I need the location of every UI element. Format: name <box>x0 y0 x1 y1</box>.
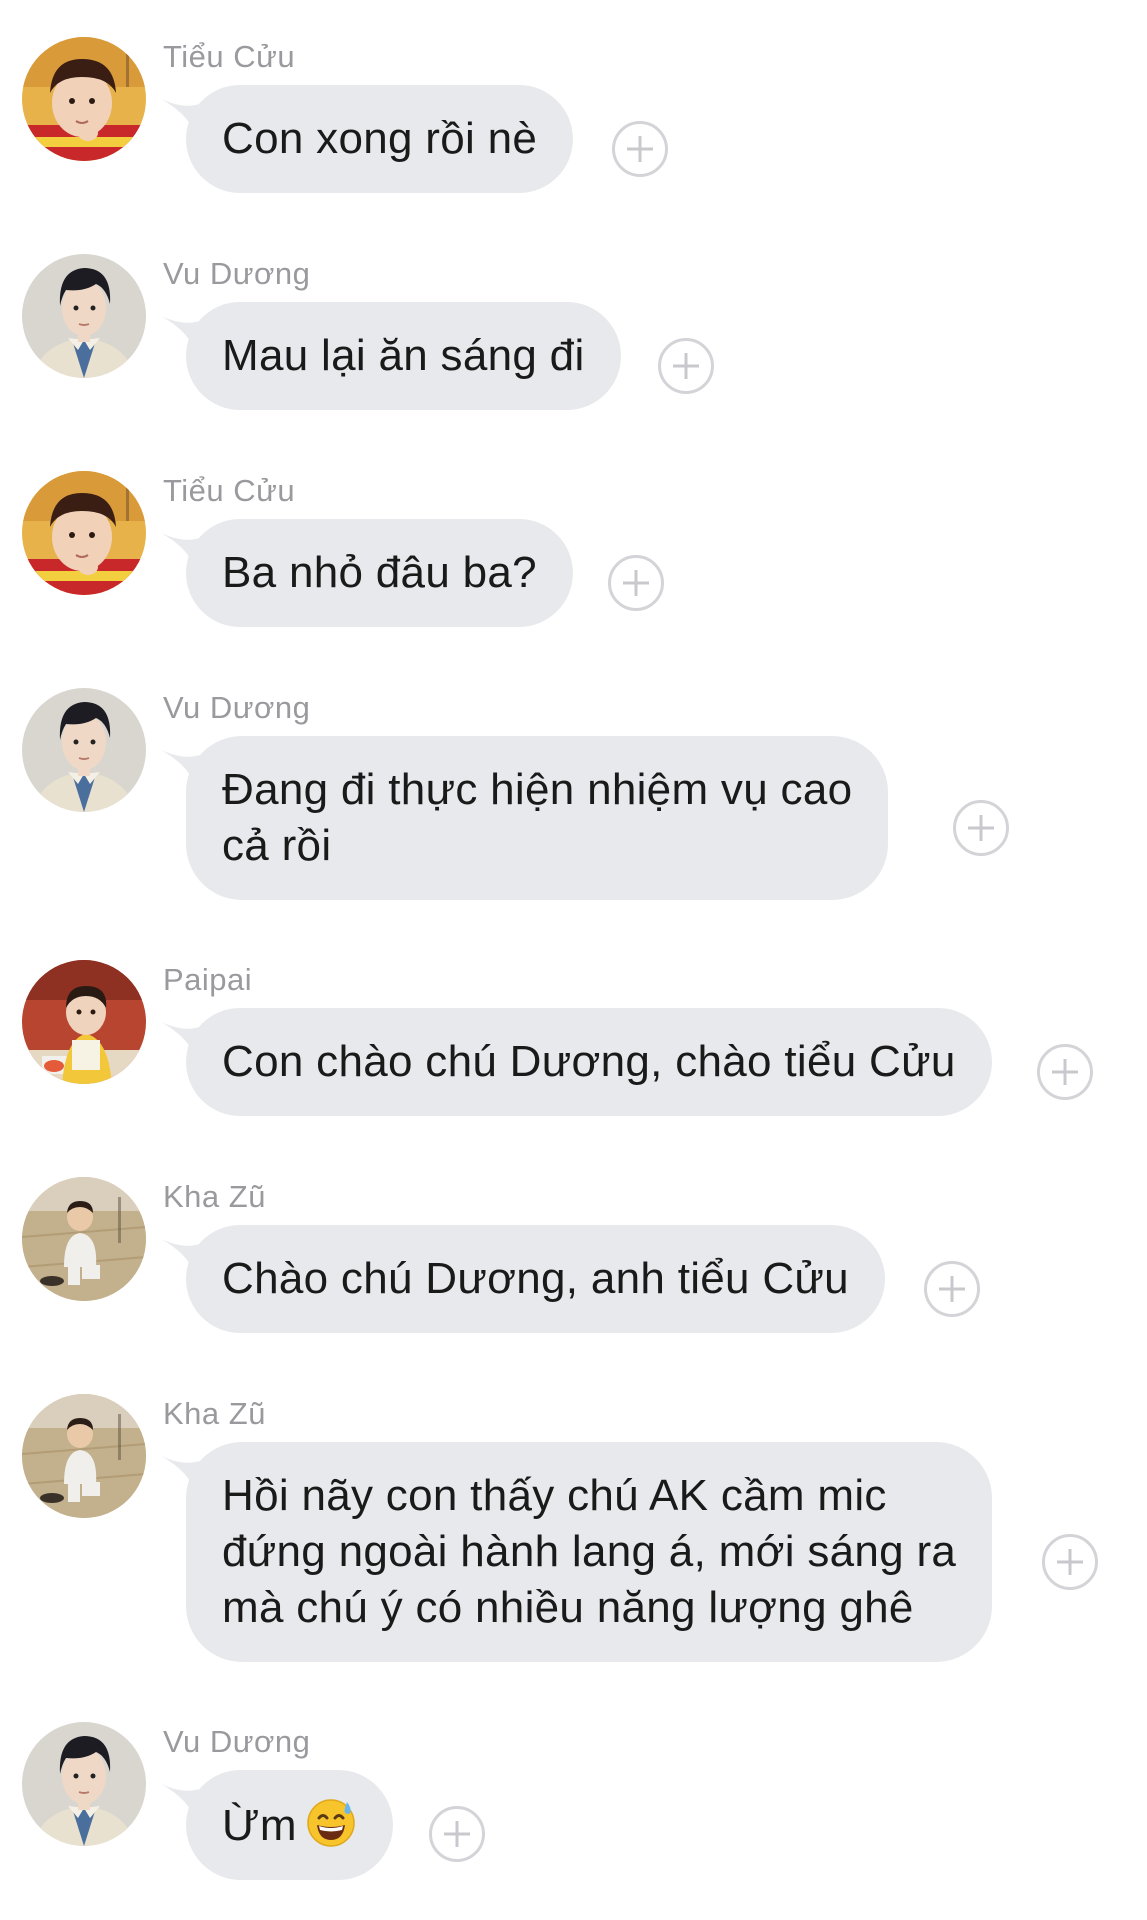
add-reaction-icon[interactable] <box>1037 1044 1093 1100</box>
message-bubble-wrap: Đang đi thực hiện nhiệm vụ cao cả rồi <box>163 736 889 900</box>
add-reaction-icon[interactable] <box>1042 1534 1098 1590</box>
child-avatar-icon <box>22 471 146 595</box>
avatar[interactable] <box>22 1177 146 1301</box>
sender-name: Tiểu Cửu <box>163 473 296 508</box>
message-bubble[interactable]: Ừm <box>186 1770 393 1880</box>
sender-name: Paipai <box>163 962 253 997</box>
sender-name: Vu Dương <box>163 690 311 725</box>
sender-name: Kha Zũ <box>163 1396 266 1431</box>
avatar[interactable] <box>22 688 146 812</box>
sender-name: Tiểu Cửu <box>163 39 296 74</box>
avatar[interactable] <box>22 471 146 595</box>
message-bubble-wrap: Hồi nãy con thấy chú AK cầm mic đứng ngo… <box>163 1442 993 1662</box>
sender-name: Kha Zũ <box>163 1179 266 1214</box>
message-bubble[interactable]: Mau lại ăn sáng đi <box>186 302 621 410</box>
add-reaction-icon[interactable] <box>924 1261 980 1317</box>
message-bubble-wrap: Mau lại ăn sáng đi <box>163 302 621 410</box>
add-reaction-icon[interactable] <box>429 1806 485 1862</box>
message-bubble[interactable]: Ba nhỏ đâu ba? <box>186 519 573 627</box>
man-avatar-icon <box>22 688 146 812</box>
message-bubble[interactable]: Hồi nãy con thấy chú AK cầm mic đứng ngo… <box>186 1442 993 1662</box>
add-reaction-icon[interactable] <box>608 555 664 611</box>
message-bubble[interactable]: Con xong rồi nè <box>186 85 574 193</box>
toddler-avatar-icon <box>22 1394 146 1518</box>
chat-thread: Tiểu Cửu Con xong rồi nè Vu Dương Mau lạ… <box>0 0 1147 1920</box>
avatar[interactable] <box>22 960 146 1084</box>
grinning-sweat-emoji-icon <box>305 1796 357 1848</box>
avatar[interactable] <box>22 37 146 161</box>
child-avatar-icon <box>22 37 146 161</box>
message-bubble[interactable]: Con chào chú Dương, chào tiểu Cửu <box>186 1008 992 1116</box>
message-bubble[interactable]: Chào chú Dương, anh tiểu Cửu <box>186 1225 885 1333</box>
message-text: Ừm <box>222 1801 297 1850</box>
sender-name: Vu Dương <box>163 1724 311 1759</box>
message-bubble-wrap: Chào chú Dương, anh tiểu Cửu <box>163 1225 885 1333</box>
avatar[interactable] <box>22 1722 146 1846</box>
sender-name: Vu Dương <box>163 256 311 291</box>
message-bubble-wrap: Con xong rồi nè <box>163 85 574 193</box>
add-reaction-icon[interactable] <box>612 121 668 177</box>
man-avatar-icon <box>22 254 146 378</box>
message-bubble-wrap: Ba nhỏ đâu ba? <box>163 519 573 627</box>
add-reaction-icon[interactable] <box>658 338 714 394</box>
avatar[interactable] <box>22 1394 146 1518</box>
man-avatar-icon <box>22 1722 146 1846</box>
message-bubble-wrap: Ừm <box>163 1770 393 1880</box>
toddler-avatar-icon <box>22 1177 146 1301</box>
avatar[interactable] <box>22 254 146 378</box>
paipai-avatar-icon <box>22 960 146 1084</box>
add-reaction-icon[interactable] <box>953 800 1009 856</box>
message-bubble-wrap: Con chào chú Dương, chào tiểu Cửu <box>163 1008 992 1116</box>
message-bubble[interactable]: Đang đi thực hiện nhiệm vụ cao cả rồi <box>186 736 889 900</box>
